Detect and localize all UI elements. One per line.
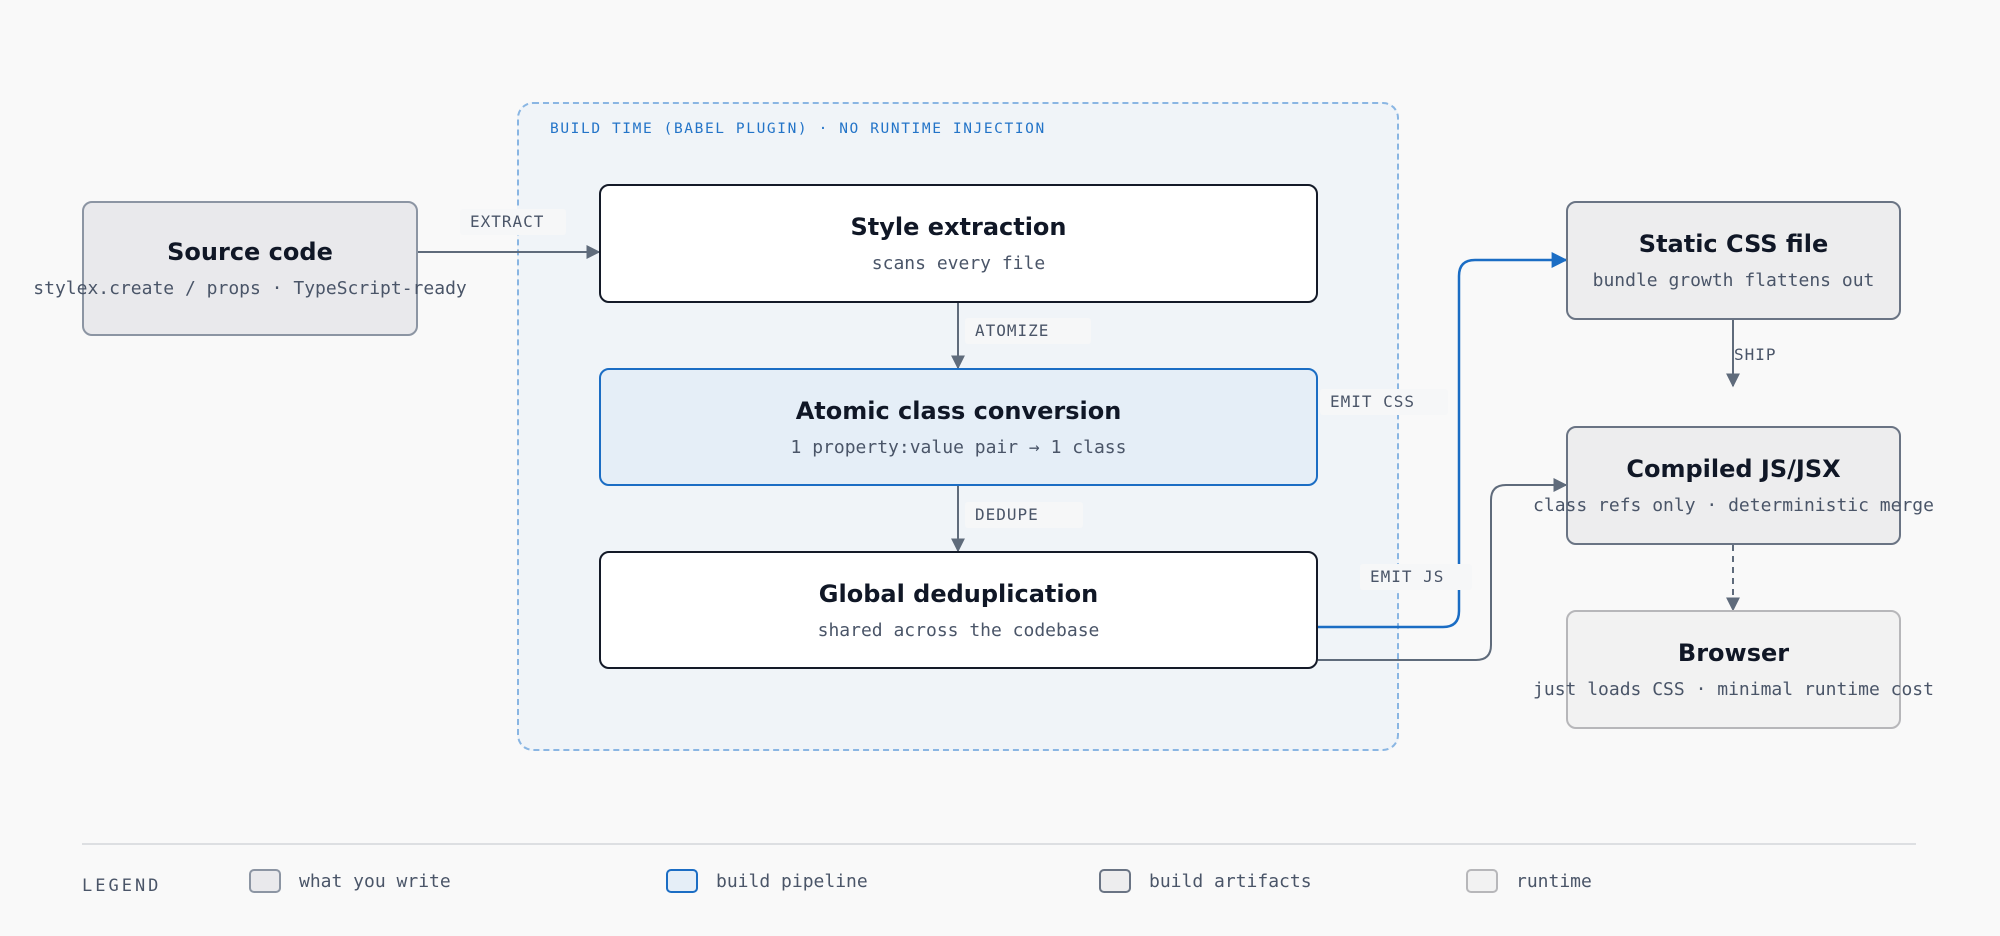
legend-swatch xyxy=(1466,869,1498,893)
legend-swatch xyxy=(249,869,281,893)
node-title: Global deduplication xyxy=(818,579,1099,608)
legend-item-build-artifacts: build artifacts xyxy=(1099,868,1312,894)
legend-item-what-you-write: what you write xyxy=(249,868,451,894)
edge-label-dedupe: DEDUPE xyxy=(965,502,1083,528)
node-title: Source code xyxy=(167,238,333,266)
legend-swatch xyxy=(1099,869,1131,893)
node-subtitle: just loads CSS · minimal runtime cost xyxy=(1533,679,1934,700)
node-title: Browser xyxy=(1677,639,1790,667)
node-subtitle: shared across the codebase xyxy=(817,619,1100,641)
pipeline-diagram: BUILD TIME (BABEL PLUGIN) · NO RUNTIME I… xyxy=(0,0,2000,936)
edge-label-extract: EXTRACT xyxy=(460,209,566,235)
node-static-css-file: Static CSS file bundle growth flattens o… xyxy=(1566,201,1901,320)
legend-label: build pipeline xyxy=(716,870,868,892)
node-compiled-js: Compiled JS/JSX class refs only · determ… xyxy=(1533,426,1934,545)
node-browser: Browser just loads CSS · minimal runtime… xyxy=(1533,610,1934,729)
node-subtitle: bundle growth flattens out xyxy=(1592,270,1875,291)
node-title: Compiled JS/JSX xyxy=(1626,455,1841,483)
legend-item-runtime: runtime xyxy=(1466,868,1592,894)
node-title: Style extraction xyxy=(850,213,1067,241)
edge-label-emit-js: EMIT JS xyxy=(1360,564,1472,590)
edge-label-emit-css: EMIT CSS xyxy=(1320,389,1448,415)
node-global-deduplication: Global deduplication shared across the c… xyxy=(599,551,1318,669)
legend-swatch xyxy=(666,869,698,893)
node-style-extraction: Style extraction scans every file xyxy=(599,184,1318,303)
node-title: Atomic class conversion xyxy=(795,396,1122,425)
node-title: Static CSS file xyxy=(1638,230,1829,258)
node-atomic-class-conversion: Atomic class conversion 1 property:value… xyxy=(599,368,1318,486)
legend-label: what you write xyxy=(299,870,451,892)
node-subtitle: class refs only · deterministic merge xyxy=(1533,495,1934,516)
legend-label: runtime xyxy=(1516,870,1592,892)
legend-heading: LEGEND xyxy=(82,876,162,896)
edge-label-atomize: ATOMIZE xyxy=(965,318,1091,344)
node-subtitle: stylex.create / props · TypeScript-ready xyxy=(33,278,467,299)
node-subtitle: 1 property:value pair → 1 class xyxy=(790,436,1127,458)
legend-item-build-pipeline: build pipeline xyxy=(666,868,868,894)
legend-label: build artifacts xyxy=(1149,870,1312,892)
legend-divider xyxy=(82,843,1916,845)
node-subtitle: scans every file xyxy=(871,253,1046,274)
edge-label-ship: SHIP xyxy=(1734,345,1777,364)
node-source-code: Source code stylex.create / props · Type… xyxy=(33,201,467,336)
